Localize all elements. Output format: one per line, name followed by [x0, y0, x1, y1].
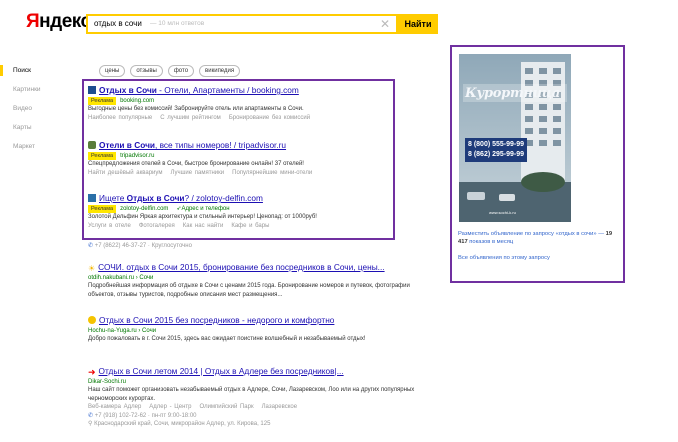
result-snippet: Наш сайт поможет организовать незабываем…: [88, 387, 415, 402]
sitelink[interactable]: Адлер - Центр: [149, 404, 191, 410]
phone-icon: ✆: [88, 412, 94, 419]
result-count: — 10 млн ответов: [150, 20, 205, 27]
yandex-logo[interactable]: Яндекс: [26, 11, 91, 33]
phone-icon: ✆: [88, 243, 94, 249]
sitelink[interactable]: Фотогалерея: [139, 223, 175, 229]
sitelink[interactable]: Как нас найти: [183, 223, 224, 229]
search-input[interactable]: отдых в сочи — 10 млн ответов ✕: [86, 14, 398, 34]
refinement-chips: цены отзывы фото википедия: [99, 59, 245, 77]
banner-brand: Курортница: [465, 86, 561, 101]
sitelink[interactable]: Веб-камера Адлер: [88, 404, 141, 410]
ad-result: Отели в Сочи, все типы номеров! / tripad…: [88, 140, 418, 177]
chip-wikipedia[interactable]: википедия: [199, 65, 241, 77]
result-snippet: Добро пожаловать в г. Сочи 2015, здесь в…: [88, 336, 366, 342]
banner-phone-2: 8 (862) 295-99-99: [468, 151, 525, 158]
nav-item-search[interactable]: Поиск: [13, 61, 73, 80]
booking-favicon: [88, 86, 96, 94]
tripadvisor-favicon: [88, 141, 96, 149]
result-title[interactable]: Отдых в Сочи летом 2014 | Отдых в Адлере…: [99, 366, 344, 376]
active-indicator: [0, 65, 3, 76]
result-title[interactable]: СОЧИ. отдых в Сочи 2015, бронирование бе…: [98, 262, 384, 272]
sitelink[interactable]: Услуги в отеле: [88, 223, 131, 229]
result-title[interactable]: Отдых в Сочи 2015 без посредников - недо…: [99, 315, 334, 325]
sitelink[interactable]: Популярнейшие мини-отели: [232, 170, 312, 176]
ad-banner-image[interactable]: Курортница 8 (800) 555-99-99 8 (862) 295…: [459, 54, 571, 222]
ad-result: Ищете Отдых в Сочи? / zolotoy-delfin.com…: [88, 193, 418, 230]
search-query[interactable]: отдых в сочи: [94, 19, 142, 28]
ad-url[interactable]: booking.com: [120, 98, 154, 104]
search-button[interactable]: Найти: [398, 14, 438, 34]
ad-url[interactable]: zolotoy-delfin.com: [120, 206, 168, 212]
ad-sitelinks: Наиболее популярные С лучшим рейтингом Бро…: [88, 114, 418, 123]
ad-address-link[interactable]: Адрес и телефон: [181, 206, 229, 212]
chip-photo[interactable]: фото: [167, 65, 195, 77]
result-url[interactable]: Hochu-na-Yuga.ru › Сочи: [88, 327, 418, 336]
right-ad-panel: Курортница 8 (800) 555-99-99 8 (862) 295…: [450, 45, 625, 283]
nav-item-images[interactable]: Картинки: [13, 80, 73, 99]
sitelink[interactable]: Наиболее популярные: [88, 115, 152, 121]
ad-tag: Реклама: [88, 204, 117, 213]
search-result: ☀ СОЧИ. отдых в Сочи 2015, бронирование б…: [88, 262, 418, 299]
clear-icon[interactable]: ✕: [380, 16, 390, 32]
location-icon: ⚲: [88, 421, 93, 427]
ad-title[interactable]: Отдых в Сочи - Отели, Апартаменты / book…: [99, 85, 299, 95]
sitelink[interactable]: Олимпийский Парк: [199, 404, 253, 410]
search-result: Отдых в Сочи 2015 без посредников - недо…: [88, 315, 418, 344]
nav-item-video[interactable]: Видео: [13, 99, 73, 118]
result-sitelinks: Веб-камера Адлер Адлер - Центр Олимпийский…: [88, 403, 418, 412]
sun-icon: ☀: [88, 264, 96, 273]
ad-title[interactable]: Отели в Сочи, все типы номеров! / tripad…: [99, 140, 286, 150]
banner-phone-1: 8 (800) 555-99-99: [468, 141, 525, 148]
search-result: ➜ Отдых в Сочи летом 2014 | Отдых в Адлер…: [88, 366, 418, 429]
result-url[interactable]: Dikar-Sochi.ru: [88, 378, 418, 387]
place-ad-link[interactable]: Разместить объявление по запросу «отдых …: [458, 230, 618, 246]
ad-sitelinks: Услуги в отеле Фотогалерея Как нас найти Ка…: [88, 222, 418, 231]
sitelink[interactable]: Лазаревское: [262, 404, 297, 410]
zolotoy-delfin-favicon: [88, 194, 96, 202]
logo-text: ндекс: [39, 11, 91, 32]
ad-snippet: Выгодные цены без комиссий! Забронируйте…: [88, 106, 304, 112]
result-url[interactable]: otdih.nakubani.ru › Сочи: [88, 274, 418, 283]
left-nav: Поиск Картинки Видео Карты Маркет: [0, 61, 73, 156]
ad-url[interactable]: tripadvisor.ru: [120, 153, 154, 159]
ad-sitelinks: Найти дешёвый аквариум Лучшие памятники По…: [88, 169, 418, 178]
banner-footer: www.sochi-k.ru: [489, 210, 516, 215]
all-ads-link[interactable]: Все объявления по этому запросу: [458, 254, 618, 262]
sitelink[interactable]: Лучшие памятники: [170, 170, 224, 176]
ad-phone-text[interactable]: +7 (8622) 46-37-27 · Круглосуточно: [95, 243, 192, 249]
sitelink[interactable]: Кафе и бары: [231, 223, 269, 229]
smiley-favicon: [88, 316, 96, 324]
result-snippet: Подробнейшая информация об отдыхе в Сочи…: [88, 283, 410, 298]
sitelink[interactable]: Бронирование без комиссий: [229, 115, 310, 121]
chip-reviews[interactable]: отзывы: [130, 65, 163, 77]
sitelink[interactable]: Найти дешёвый аквариум: [88, 170, 162, 176]
ad-contact: ✆ +7 (8622) 46-37-27 · Круглосуточно: [88, 242, 418, 251]
ad-tag: Реклама: [88, 96, 117, 105]
ad-tag: Реклама: [88, 151, 117, 160]
chip-prices[interactable]: цены: [99, 65, 126, 77]
result-address[interactable]: Краснодарский край, Сочи, микрорайон Адл…: [94, 421, 270, 427]
ad-result: Отдых в Сочи - Отели, Апартаменты / book…: [88, 85, 418, 122]
nav-item-maps[interactable]: Карты: [13, 118, 73, 137]
ad-snippet: Золотой Дельфин Яркая архитектура и стил…: [88, 214, 317, 220]
arrow-favicon: ➜: [88, 367, 96, 377]
ad-snippet: Спецпредложения отелей в Сочи, быстрое б…: [88, 161, 304, 167]
ad-title[interactable]: Ищете Отдых в Сочи? / zolotoy-delfin.com: [99, 193, 263, 203]
nav-item-market[interactable]: Маркет: [13, 137, 73, 156]
result-phone[interactable]: +7 (918) 102-72-62 · пн-пт 9:00-18:00: [95, 413, 197, 419]
banner-graphic: [459, 54, 571, 222]
sitelink[interactable]: С лучшим рейтингом: [160, 115, 221, 121]
